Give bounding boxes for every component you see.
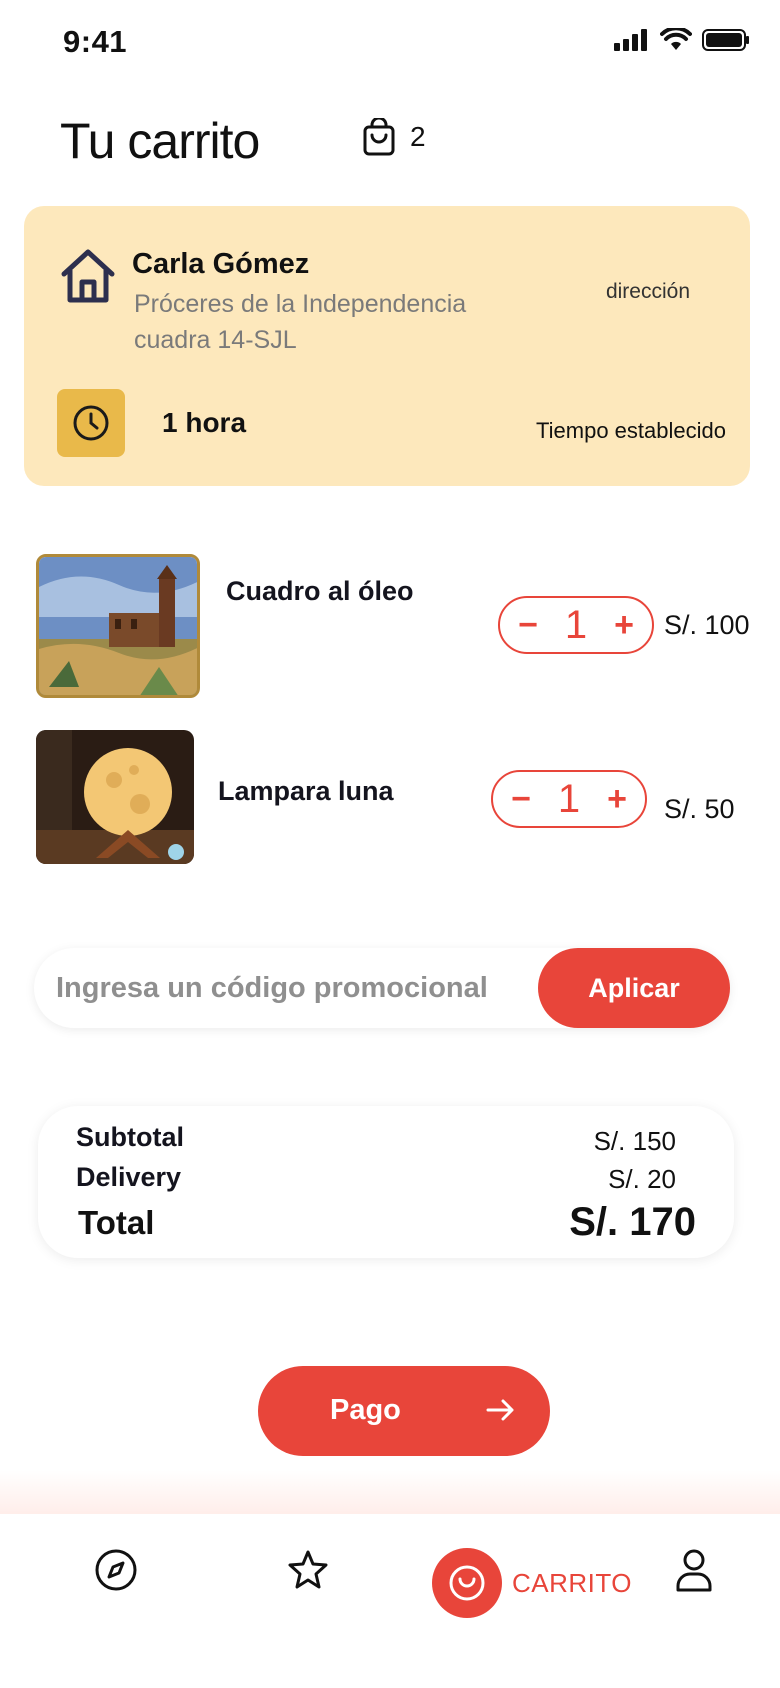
wifi-icon [660,28,692,50]
decrement-button[interactable]: − [514,608,542,642]
item-name: Cuadro al óleo [226,576,414,606]
tabbar-fade [0,1470,780,1514]
clock-badge [57,389,125,457]
delivery-label: Delivery [76,1162,182,1192]
tab-favorites[interactable] [286,1548,330,1597]
subtotal-value: S/. 150 [593,1126,676,1156]
total-value: S/. 170 [569,1200,696,1244]
delivery-info-card: Carla Gómez Próceres de la Independencia… [24,206,750,486]
shopping-bag-icon [363,118,395,156]
apply-promo-button[interactable]: Aplicar [538,948,730,1028]
user-icon [676,1549,712,1592]
cart-count-indicator: 2 [362,118,426,156]
total-label: Total [78,1204,155,1241]
cart-icon [449,1565,485,1601]
promo-code-bar: Aplicar [34,948,730,1028]
decrement-button[interactable]: − [507,782,535,816]
quantity-stepper: − 1 + [498,596,654,654]
item-name: Lampara luna [218,776,394,806]
quantity-stepper: − 1 + [491,770,647,828]
painting-image [39,557,197,695]
battery-icon [702,29,749,51]
star-icon [288,1550,328,1589]
moon-lamp-thumbnail [36,730,194,864]
increment-button[interactable]: + [610,608,638,642]
address-text: Próceres de la Independencia cuadra 14-S… [134,290,467,354]
status-bar: 9:41 [0,0,780,84]
compass-icon [95,1549,137,1591]
tab-cart[interactable] [432,1548,502,1618]
status-icons [614,28,750,52]
tab-profile[interactable] [674,1548,714,1597]
address-link[interactable]: dirección [606,280,690,304]
delivery-time-value: 1 hora [162,407,247,438]
quantity-value: 1 [557,776,581,821]
quantity-value: 1 [564,602,588,647]
item-price: S/. 50 [664,794,735,824]
checkout-button[interactable]: Pago [258,1366,550,1456]
delivery-time-label: Tiempo establecido [536,418,726,443]
page-title: Tu carrito [60,113,260,169]
arrow-right-icon [486,1399,514,1421]
signal-icon [614,29,647,51]
promo-code-input[interactable] [56,948,556,1028]
order-summary: Subtotal S/. 150 Delivery S/. 20 Total S… [38,1106,734,1258]
subtotal-label: Subtotal [76,1122,184,1152]
oil-painting-thumbnail [36,554,200,698]
recipient-name: Carla Gómez [132,248,310,280]
clock-icon [73,405,109,441]
delivery-value: S/. 20 [608,1164,676,1194]
checkout-label: Pago [330,1394,401,1426]
bottom-tab-bar: CARRITO [0,1514,780,1688]
item-price: S/. 100 [664,610,750,640]
increment-button[interactable]: + [603,782,631,816]
tab-cart-label[interactable]: CARRITO [512,1568,632,1599]
lamp-image [36,730,194,864]
tab-explore[interactable] [94,1548,138,1597]
status-time: 9:41 [63,24,128,59]
cart-count: 2 [410,121,426,152]
home-icon [61,249,115,303]
